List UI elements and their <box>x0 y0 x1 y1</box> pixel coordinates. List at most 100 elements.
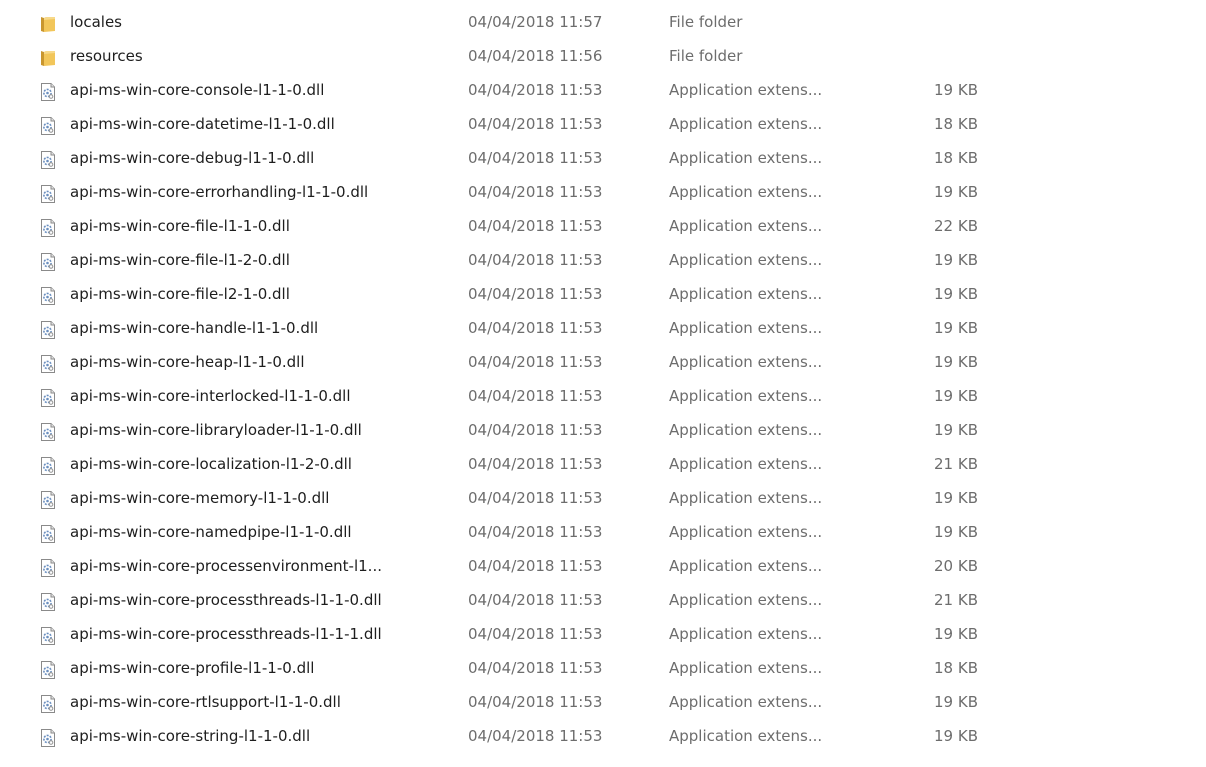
file-type: Application extens... <box>669 217 823 235</box>
file-type: Application extens... <box>669 591 823 609</box>
dll-file-icon <box>38 726 58 747</box>
file-name: api-ms-win-core-libraryloader-l1-1-0.dll <box>70 421 362 439</box>
file-name: api-ms-win-core-file-l2-1-0.dll <box>70 285 290 303</box>
folder-icon <box>38 12 58 32</box>
file-date-modified: 04/04/2018 11:53 <box>468 149 603 167</box>
file-name: api-ms-win-core-file-l1-2-0.dll <box>70 251 290 269</box>
file-type: Application extens... <box>669 319 823 337</box>
file-size: 21 KB <box>934 591 978 609</box>
file-row[interactable]: locales 04/04/2018 11:57 File folder <box>0 5 1206 39</box>
file-name: api-ms-win-core-file-l1-1-0.dll <box>70 217 290 235</box>
dll-file-icon <box>38 590 58 611</box>
file-type: Application extens... <box>669 387 823 405</box>
file-name: api-ms-win-core-memory-l1-1-0.dll <box>70 489 330 507</box>
file-size: 21 KB <box>934 455 978 473</box>
file-row[interactable]: api-ms-win-core-namedpipe-l1-1-0.dll 04/0… <box>0 515 1206 549</box>
file-type: Application extens... <box>669 353 823 371</box>
file-row[interactable]: api-ms-win-core-handle-l1-1-0.dll 04/04/2… <box>0 311 1206 345</box>
dll-file-icon <box>38 80 58 101</box>
file-date-modified: 04/04/2018 11:53 <box>468 183 603 201</box>
file-name: api-ms-win-core-processthreads-l1-1-1.dl… <box>70 625 382 643</box>
file-name: api-ms-win-core-rtlsupport-l1-1-0.dll <box>70 693 341 711</box>
file-size: 18 KB <box>934 149 978 167</box>
file-row[interactable]: api-ms-win-core-interlocked-l1-1-0.dll 04… <box>0 379 1206 413</box>
dll-file-icon <box>38 318 58 339</box>
dll-file-icon <box>38 352 58 373</box>
dll-file-icon <box>38 658 58 679</box>
file-size: 19 KB <box>934 81 978 99</box>
file-date-modified: 04/04/2018 11:53 <box>468 387 603 405</box>
file-row[interactable]: api-ms-win-core-memory-l1-1-0.dll 04/04/2… <box>0 481 1206 515</box>
file-row[interactable]: api-ms-win-core-profile-l1-1-0.dll 04/04/… <box>0 651 1206 685</box>
file-type: Application extens... <box>669 727 823 745</box>
dll-file-icon <box>38 420 58 441</box>
file-date-modified: 04/04/2018 11:53 <box>468 285 603 303</box>
file-row[interactable]: api-ms-win-core-processenvironment-l1...… <box>0 549 1206 583</box>
file-size: 22 KB <box>934 217 978 235</box>
file-size: 19 KB <box>934 251 978 269</box>
file-row[interactable]: api-ms-win-core-rtlsupport-l1-1-0.dll 04/… <box>0 685 1206 719</box>
file-row[interactable]: api-ms-win-core-localization-l1-2-0.dll 0… <box>0 447 1206 481</box>
file-date-modified: 04/04/2018 11:53 <box>468 455 603 473</box>
file-date-modified: 04/04/2018 11:53 <box>468 557 603 575</box>
file-name: api-ms-win-core-profile-l1-1-0.dll <box>70 659 315 677</box>
file-date-modified: 04/04/2018 11:53 <box>468 727 603 745</box>
dll-file-icon <box>38 216 58 237</box>
file-type: Application extens... <box>669 523 823 541</box>
file-type: Application extens... <box>669 455 823 473</box>
file-row[interactable]: api-ms-win-core-libraryloader-l1-1-0.dll… <box>0 413 1206 447</box>
file-name: api-ms-win-core-heap-l1-1-0.dll <box>70 353 305 371</box>
file-date-modified: 04/04/2018 11:53 <box>468 421 603 439</box>
file-name: api-ms-win-core-localization-l1-2-0.dll <box>70 455 352 473</box>
file-date-modified: 04/04/2018 11:53 <box>468 625 603 643</box>
file-name: api-ms-win-core-errorhandling-l1-1-0.dll <box>70 183 369 201</box>
dll-file-icon <box>38 454 58 475</box>
file-row[interactable]: api-ms-win-core-file-l2-1-0.dll 04/04/201… <box>0 277 1206 311</box>
file-date-modified: 04/04/2018 11:53 <box>468 319 603 337</box>
file-name: api-ms-win-core-debug-l1-1-0.dll <box>70 149 315 167</box>
file-type: Application extens... <box>669 421 823 439</box>
file-name: api-ms-win-core-processenvironment-l1... <box>70 557 382 575</box>
file-size: 20 KB <box>934 557 978 575</box>
file-type: Application extens... <box>669 557 823 575</box>
dll-file-icon <box>38 284 58 305</box>
file-type: Application extens... <box>669 625 823 643</box>
file-date-modified: 04/04/2018 11:53 <box>468 693 603 711</box>
file-date-modified: 04/04/2018 11:53 <box>468 523 603 541</box>
file-row[interactable]: resources 04/04/2018 11:56 File folder <box>0 39 1206 73</box>
file-date-modified: 04/04/2018 11:53 <box>468 217 603 235</box>
file-row[interactable]: api-ms-win-core-processthreads-l1-1-0.dl… <box>0 583 1206 617</box>
file-row[interactable]: api-ms-win-core-file-l1-2-0.dll 04/04/201… <box>0 243 1206 277</box>
file-row[interactable]: api-ms-win-core-string-l1-1-0.dll 04/04/2… <box>0 719 1206 753</box>
dll-file-icon <box>38 148 58 169</box>
file-type: Application extens... <box>669 489 823 507</box>
file-row[interactable]: api-ms-win-core-heap-l1-1-0.dll 04/04/201… <box>0 345 1206 379</box>
file-date-modified: 04/04/2018 11:53 <box>468 353 603 371</box>
dll-file-icon <box>38 114 58 135</box>
file-name: locales <box>70 13 122 31</box>
file-size: 19 KB <box>934 183 978 201</box>
file-name: api-ms-win-core-console-l1-1-0.dll <box>70 81 325 99</box>
file-type: File folder <box>669 47 743 65</box>
dll-file-icon <box>38 488 58 509</box>
file-size: 19 KB <box>934 319 978 337</box>
file-row[interactable]: api-ms-win-core-processthreads-l1-1-1.dl… <box>0 617 1206 651</box>
dll-file-icon <box>38 182 58 203</box>
file-size: 19 KB <box>934 625 978 643</box>
folder-icon <box>38 46 58 66</box>
file-row[interactable]: api-ms-win-core-debug-l1-1-0.dll 04/04/20… <box>0 141 1206 175</box>
dll-file-icon <box>38 386 58 407</box>
file-name: api-ms-win-core-handle-l1-1-0.dll <box>70 319 319 337</box>
file-size: 19 KB <box>934 523 978 541</box>
file-name: api-ms-win-core-string-l1-1-0.dll <box>70 727 311 745</box>
file-row[interactable]: api-ms-win-core-console-l1-1-0.dll 04/04/… <box>0 73 1206 107</box>
file-size: 18 KB <box>934 659 978 677</box>
dll-file-icon <box>38 250 58 271</box>
file-type: Application extens... <box>669 81 823 99</box>
file-row[interactable]: api-ms-win-core-datetime-l1-1-0.dll 04/04… <box>0 107 1206 141</box>
file-type: Application extens... <box>669 693 823 711</box>
file-date-modified: 04/04/2018 11:53 <box>468 591 603 609</box>
file-type: Application extens... <box>669 183 823 201</box>
file-row[interactable]: api-ms-win-core-file-l1-1-0.dll 04/04/201… <box>0 209 1206 243</box>
file-row[interactable]: api-ms-win-core-errorhandling-l1-1-0.dll… <box>0 175 1206 209</box>
